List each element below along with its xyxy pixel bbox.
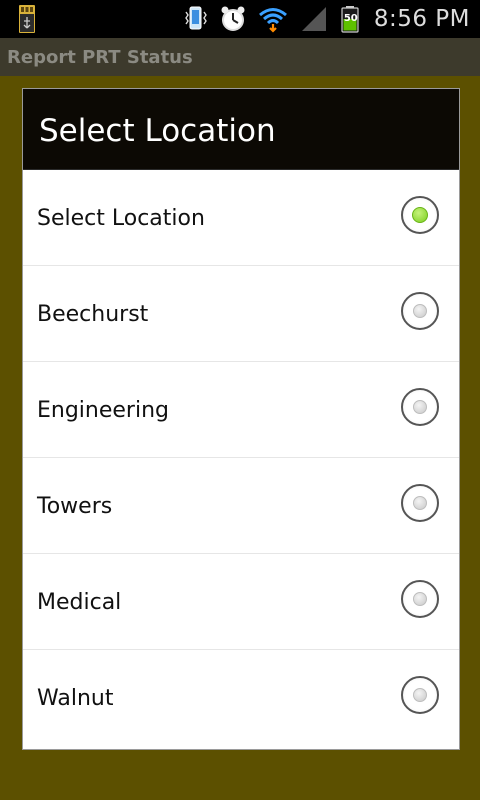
option-label: Towers [37,494,113,519]
dialog-header: Select Location [23,89,459,170]
location-option-walnut[interactable]: Walnut [23,650,459,746]
location-option-medical[interactable]: Medical [23,554,459,650]
wifi-icon [258,5,288,33]
radio-button[interactable] [401,388,439,426]
radio-button[interactable] [401,676,439,714]
location-option-towers[interactable]: Towers [23,458,459,554]
radio-button-checked[interactable] [401,196,439,234]
radio-dot [412,207,428,223]
radio-dot [413,496,427,510]
location-option-engineering[interactable]: Engineering [23,362,459,458]
location-option-beechurst[interactable]: Beechurst [23,266,459,362]
location-option-select-location[interactable]: Select Location [23,170,459,266]
radio-button[interactable] [401,292,439,330]
option-label: Select Location [37,206,205,231]
battery-icon: 50 [340,5,360,33]
app-title-bar: Report PRT Status [0,38,480,77]
option-label: Engineering [37,398,169,423]
usb-debug-icon [16,4,38,38]
battery-level: 50 [343,13,358,24]
status-bar: 50 8:56 PM [0,0,480,38]
app-title: Report PRT Status [7,47,193,68]
alarm-icon [220,5,246,33]
option-label: Walnut [37,686,114,711]
option-label: Medical [37,590,122,615]
signal-icon [300,5,328,33]
location-list: Select Location Beechurst Engineering To… [23,170,459,746]
vibrate-icon [182,5,208,33]
radio-button[interactable] [401,484,439,522]
radio-dot [413,592,427,606]
radio-dot [413,688,427,702]
clock: 8:56 PM [373,6,470,32]
dialog-title: Select Location [39,113,276,149]
radio-button[interactable] [401,580,439,618]
radio-dot [413,400,427,414]
option-label: Beechurst [37,302,149,327]
radio-dot [413,304,427,318]
select-location-dialog: Select Location Select Location Beechurs… [22,88,460,750]
